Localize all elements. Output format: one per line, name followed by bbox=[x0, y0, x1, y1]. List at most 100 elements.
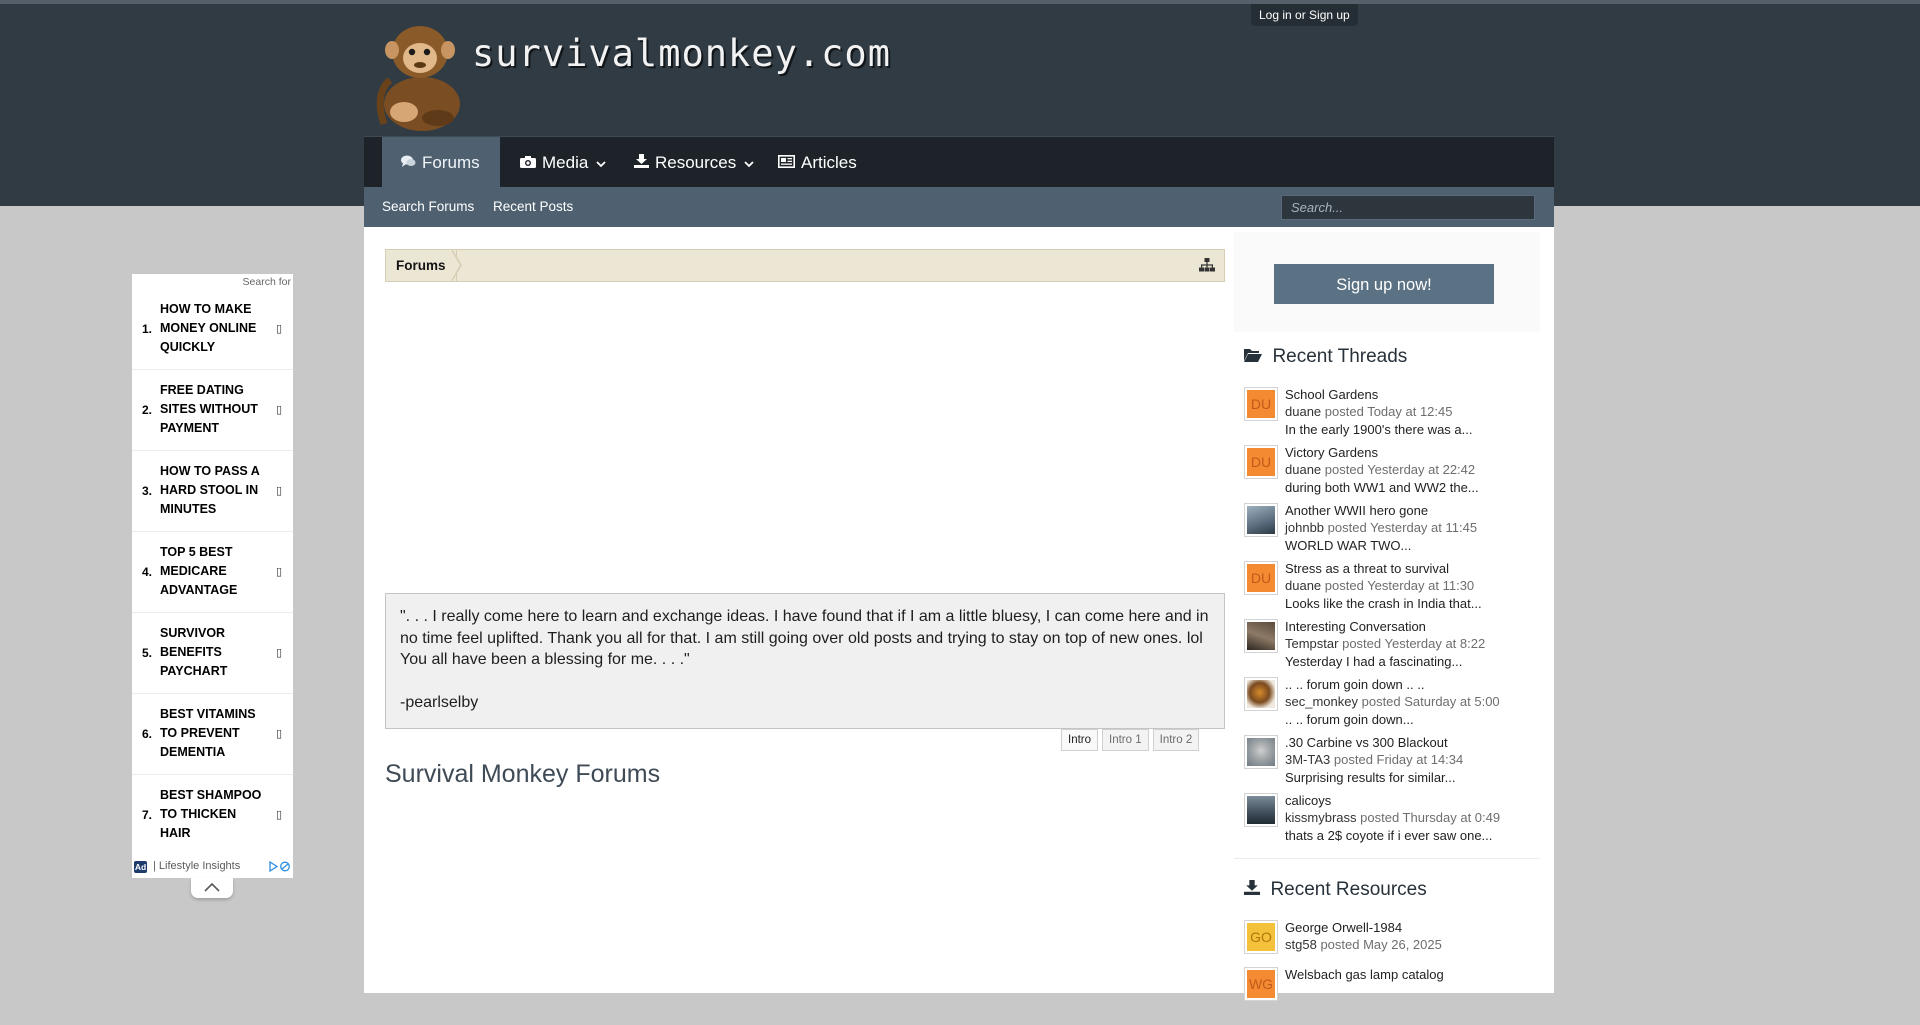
thread-user[interactable]: 3M-TA3 bbox=[1285, 752, 1330, 767]
thread-meta: duane posted Today at 12:45 bbox=[1285, 404, 1452, 419]
thread-meta: 3M-TA3 posted Friday at 14:34 bbox=[1285, 752, 1463, 767]
avatar[interactable]: DU bbox=[1244, 445, 1278, 479]
thread-time: posted Today at 12:45 bbox=[1324, 404, 1453, 419]
avatar[interactable] bbox=[1244, 619, 1278, 653]
monkey-logo-icon bbox=[376, 26, 460, 131]
ad-collapse-button[interactable] bbox=[191, 878, 233, 898]
chevron-down-icon bbox=[744, 159, 754, 171]
ad-item[interactable]: 7. Best Shampoo to Thicken Hair ▯ bbox=[132, 774, 293, 855]
ad-item-label: Best Shampoo to Thicken Hair bbox=[160, 788, 262, 840]
avatar[interactable] bbox=[1244, 503, 1278, 537]
thread-user[interactable]: duane bbox=[1285, 404, 1321, 419]
page-wrapper: Forums Media Resources Articles Search F… bbox=[364, 136, 1554, 1001]
thread-item[interactable]: .. .. forum goin down .. .. sec_monkey p… bbox=[1244, 677, 1534, 735]
thread-user[interactable]: duane bbox=[1285, 462, 1321, 477]
ad-source[interactable]: | Lifestyle Insights bbox=[153, 860, 240, 872]
breadcrumb-arrow-fill bbox=[451, 250, 460, 281]
breadcrumb-forums[interactable]: Forums bbox=[386, 250, 457, 281]
avatar[interactable] bbox=[1244, 735, 1278, 769]
search-forums-link[interactable]: Search Forums bbox=[382, 187, 474, 227]
thread-user[interactable]: Tempstar bbox=[1285, 636, 1338, 651]
thread-time: posted Yesterday at 8:22 bbox=[1342, 636, 1486, 651]
page-title: Survival Monkey Forums bbox=[385, 760, 661, 788]
ad-search-for: Search for bbox=[242, 276, 291, 288]
thread-title[interactable]: Interesting Conversation bbox=[1285, 619, 1426, 634]
avatar[interactable]: DU bbox=[1244, 387, 1278, 421]
thread-title[interactable]: .. .. forum goin down .. .. bbox=[1285, 677, 1424, 692]
avatar[interactable] bbox=[1244, 793, 1278, 827]
avatar[interactable]: GO bbox=[1244, 920, 1278, 954]
avatar[interactable] bbox=[1244, 677, 1278, 711]
intro-tab-intro-1[interactable]: Intro 1 bbox=[1102, 729, 1149, 751]
thread-user[interactable]: johnbb bbox=[1285, 520, 1324, 535]
chevron-right-icon: ▯ bbox=[275, 323, 282, 335]
tab-articles-label: Articles bbox=[801, 152, 857, 172]
adchoices-icon[interactable] bbox=[269, 860, 291, 875]
thread-title[interactable]: School Gardens bbox=[1285, 387, 1378, 402]
tab-articles[interactable]: Articles bbox=[778, 137, 857, 188]
tab-forums-label: Forums bbox=[422, 152, 480, 172]
resource-user[interactable]: stg58 bbox=[1285, 937, 1317, 952]
thread-item[interactable]: calicoys kissmybrass posted Thursday at … bbox=[1244, 793, 1534, 851]
thread-item[interactable]: DU Stress as a threat to survival duane … bbox=[1244, 561, 1534, 619]
chevron-up-icon bbox=[204, 882, 220, 892]
thread-meta: johnbb posted Yesterday at 11:45 bbox=[1285, 520, 1477, 535]
thread-user[interactable]: duane bbox=[1285, 578, 1321, 593]
resource-time: posted May 26, 2025 bbox=[1320, 937, 1442, 952]
ad-footer: Ad | Lifestyle Insights bbox=[132, 858, 293, 878]
thread-item[interactable]: Interesting Conversation Tempstar posted… bbox=[1244, 619, 1534, 677]
thread-title[interactable]: calicoys bbox=[1285, 793, 1331, 808]
tab-resources[interactable]: Resources bbox=[634, 137, 754, 188]
intro-tab-intro[interactable]: Intro bbox=[1061, 729, 1099, 751]
ad-item-label: Survivor Benefits Paychart bbox=[160, 626, 228, 678]
recent-resources-heading: Recent Resources bbox=[1244, 879, 1427, 901]
signup-button[interactable]: Sign up now! bbox=[1274, 264, 1494, 304]
sitemap-icon[interactable] bbox=[1199, 258, 1215, 272]
newspaper-icon bbox=[778, 154, 795, 171]
thread-meta: sec_monkey posted Saturday at 5:00 bbox=[1285, 694, 1500, 709]
resource-title[interactable]: George Orwell-1984 bbox=[1285, 920, 1402, 935]
tab-media[interactable]: Media bbox=[520, 137, 606, 188]
search-input[interactable] bbox=[1281, 195, 1535, 220]
recent-threads-title: Recent Threads bbox=[1272, 346, 1408, 367]
thread-item[interactable]: DU Victory Gardens duane posted Yesterda… bbox=[1244, 445, 1534, 503]
ad-item[interactable]: 6. Best Vitamins to Prevent Dementia ▯ bbox=[132, 693, 293, 775]
avatar[interactable]: WG bbox=[1244, 967, 1278, 1001]
recent-resources-title: Recent Resources bbox=[1270, 879, 1427, 900]
ad-item[interactable]: 1. How to Make Money Online Quickly ▯ bbox=[132, 288, 293, 370]
ad-item-label: How to Make Money Online Quickly bbox=[160, 302, 257, 354]
thread-item[interactable]: Another WWII hero gone johnbb posted Yes… bbox=[1244, 503, 1534, 561]
thread-title[interactable]: Victory Gardens bbox=[1285, 445, 1378, 460]
ad-item[interactable]: 2. Free Dating Sites Without Payment ▯ bbox=[132, 369, 293, 451]
thread-title[interactable]: .30 Carbine vs 300 Blackout bbox=[1285, 735, 1448, 750]
thread-title[interactable]: Another WWII hero gone bbox=[1285, 503, 1428, 518]
intro-tabs: Intro Intro 1 Intro 2 bbox=[1061, 729, 1203, 751]
thread-time: posted Yesterday at 11:30 bbox=[1324, 578, 1475, 593]
resource-item[interactable]: WG Welsbach gas lamp catalog bbox=[1244, 967, 1534, 1025]
intro-quote: ". . . I really come here to learn and e… bbox=[385, 593, 1225, 729]
recent-posts-link[interactable]: Recent Posts bbox=[493, 187, 573, 227]
resource-title[interactable]: Welsbach gas lamp catalog bbox=[1285, 967, 1444, 982]
thread-title[interactable]: Stress as a threat to survival bbox=[1285, 561, 1449, 576]
download-icon bbox=[1244, 880, 1264, 899]
intro-quote-text: ". . . I really come here to learn and e… bbox=[400, 608, 1209, 668]
site-logo[interactable]: survivalmonkey.com bbox=[364, 14, 924, 134]
tab-forums[interactable]: Forums bbox=[382, 137, 500, 188]
thread-user[interactable]: sec_monkey bbox=[1285, 694, 1358, 709]
chevron-right-icon: ▯ bbox=[275, 647, 282, 659]
ad-item[interactable]: 3. How to Pass a Hard Stool in Minutes ▯ bbox=[132, 450, 293, 532]
ad-badge: Ad bbox=[134, 861, 147, 873]
thread-time: posted Thursday at 0:49 bbox=[1360, 810, 1501, 825]
avatar[interactable]: DU bbox=[1244, 561, 1278, 595]
thread-item[interactable]: .30 Carbine vs 300 Blackout 3M-TA3 poste… bbox=[1244, 735, 1534, 793]
thread-snippet: Looks like the crash in India that... bbox=[1285, 596, 1482, 611]
ad-item[interactable]: 5. Survivor Benefits Paychart ▯ bbox=[132, 612, 293, 694]
sub-navbar: Search Forums Recent Posts bbox=[364, 187, 1554, 227]
tab-media-label: Media bbox=[542, 152, 589, 172]
thread-item[interactable]: DU School Gardens duane posted Today at … bbox=[1244, 387, 1534, 445]
intro-tab-intro-2[interactable]: Intro 2 bbox=[1152, 729, 1200, 751]
ad-item[interactable]: 4. Top 5 Best Medicare Advantage ▯ bbox=[132, 531, 293, 613]
thread-snippet: Yesterday I had a fascinating... bbox=[1285, 654, 1463, 669]
login-signup-link[interactable]: Log in or Sign up bbox=[1251, 4, 1358, 26]
thread-user[interactable]: kissmybrass bbox=[1285, 810, 1357, 825]
